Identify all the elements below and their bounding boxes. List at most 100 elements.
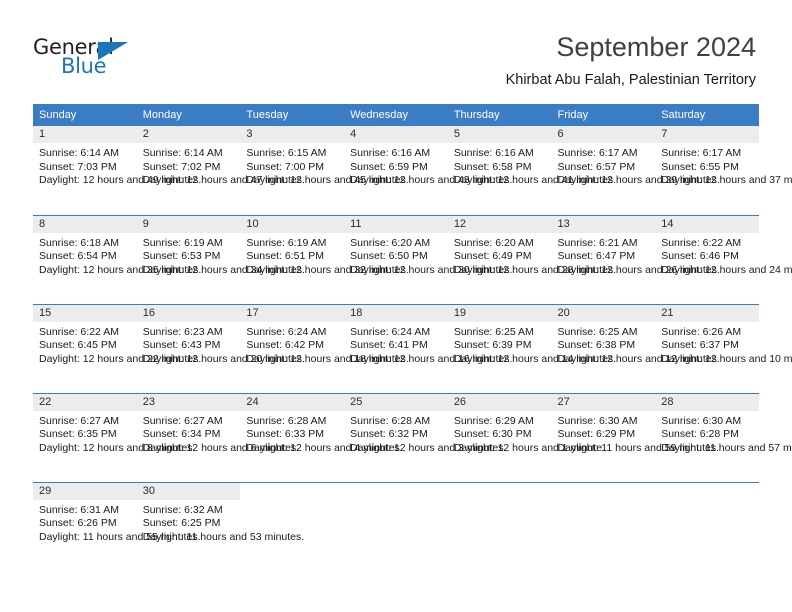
sunset-text: Sunset: 6:25 PM bbox=[142, 517, 221, 530]
day-cell[interactable]: 12 Sunrise: 6:20 AM Sunset: 6:49 PM Dayl… bbox=[447, 214, 616, 304]
sunrise-text: Sunrise: 6:17 AM bbox=[557, 147, 638, 159]
day-cell[interactable]: 22 Sunrise: 6:27 AM Sunset: 6:35 PM Dayl… bbox=[33, 392, 195, 482]
sunset-text: Sunset: 6:38 PM bbox=[557, 339, 636, 352]
day-cell[interactable]: 30 Sunrise: 6:32 AM Sunset: 6:25 PM Dayl… bbox=[136, 481, 305, 571]
day-cell[interactable]: 1 Sunrise: 6:14 AM Sunset: 7:03 PM Dayli… bbox=[33, 126, 201, 215]
day-cell[interactable]: 19 Sunrise: 6:25 AM Sunset: 6:39 PM Dayl… bbox=[447, 303, 617, 393]
day-number: 7 bbox=[655, 126, 759, 143]
day-cell[interactable]: 28 Sunrise: 6:30 AM Sunset: 6:28 PM Dayl… bbox=[655, 392, 792, 482]
sunset-text: Sunset: 6:30 PM bbox=[453, 428, 532, 441]
sunset-text: Sunset: 6:49 PM bbox=[453, 250, 532, 263]
day-cell[interactable]: 5 Sunrise: 6:16 AM Sunset: 6:58 PM Dayli… bbox=[447, 126, 617, 215]
day-number: 10 bbox=[240, 215, 345, 233]
daylight-text: Daylight: 12 hours and 45 minutes. bbox=[246, 174, 409, 187]
daylight-text: Daylight: 12 hours and 22 minutes. bbox=[39, 352, 202, 365]
page-title: September 2024 bbox=[556, 32, 756, 62]
day-cell[interactable]: 14 Sunrise: 6:22 AM Sunset: 6:46 PM Dayl… bbox=[655, 214, 792, 304]
page-header: General Blue September 2024 Khirbat Abu … bbox=[0, 0, 792, 100]
day-details: Sunrise: 6:18 AM Sunset: 6:54 PM Dayligh… bbox=[33, 233, 201, 278]
day-details: Sunrise: 6:26 AM Sunset: 6:37 PM Dayligh… bbox=[655, 322, 792, 367]
day-cell-empty bbox=[240, 481, 345, 571]
day-number: 20 bbox=[551, 304, 656, 322]
sunset-text: Sunset: 6:50 PM bbox=[350, 250, 428, 263]
day-cell[interactable]: 9 Sunrise: 6:19 AM Sunset: 6:53 PM Dayli… bbox=[136, 214, 305, 304]
sunrise-text: Sunrise: 6:20 AM bbox=[453, 236, 534, 249]
day-number: 8 bbox=[33, 215, 137, 233]
day-cell[interactable]: 2 Sunrise: 6:14 AM Sunset: 7:02 PM Dayli… bbox=[136, 126, 305, 215]
day-cell-empty bbox=[447, 481, 552, 571]
daylight-text: Daylight: 11 hours and 53 minutes. bbox=[142, 530, 305, 543]
day-number bbox=[552, 483, 656, 500]
day-cell[interactable]: 10 Sunrise: 6:19 AM Sunset: 6:51 PM Dayl… bbox=[240, 214, 409, 304]
day-number: 16 bbox=[136, 304, 241, 322]
day-number: 30 bbox=[136, 482, 241, 500]
day-number bbox=[344, 483, 448, 500]
day-cell[interactable]: 21 Sunrise: 6:26 AM Sunset: 6:37 PM Dayl… bbox=[655, 303, 792, 393]
day-cell[interactable]: 3 Sunrise: 6:15 AM Sunset: 7:00 PM Dayli… bbox=[240, 126, 409, 215]
daylight-text: Daylight: 12 hours and 24 minutes. bbox=[661, 263, 792, 276]
day-number: 5 bbox=[447, 126, 552, 143]
day-cell[interactable]: 20 Sunrise: 6:25 AM Sunset: 6:38 PM Dayl… bbox=[551, 303, 720, 393]
daylight-text: Daylight: 12 hours and 32 minutes. bbox=[246, 263, 409, 276]
day-cell[interactable]: 24 Sunrise: 6:28 AM Sunset: 6:33 PM Dayl… bbox=[240, 392, 403, 482]
day-number: 12 bbox=[447, 215, 552, 233]
day-cell[interactable]: 26 Sunrise: 6:29 AM Sunset: 6:30 PM Dayl… bbox=[447, 392, 605, 482]
sunset-text: Sunset: 6:59 PM bbox=[350, 160, 428, 173]
day-cell[interactable]: 4 Sunrise: 6:16 AM Sunset: 6:59 PM Dayli… bbox=[344, 126, 512, 215]
calendar-week-row: 15 Sunrise: 6:22 AM Sunset: 6:45 PM Dayl… bbox=[33, 303, 792, 393]
sunrise-text: Sunrise: 6:27 AM bbox=[39, 414, 119, 427]
sunrise-text: Sunrise: 6:21 AM bbox=[557, 236, 638, 249]
calendar-week-row: 8 Sunrise: 6:18 AM Sunset: 6:54 PM Dayli… bbox=[33, 214, 792, 304]
day-cell[interactable]: 17 Sunrise: 6:24 AM Sunset: 6:42 PM Dayl… bbox=[240, 303, 409, 393]
calendar-week-row: 22 Sunrise: 6:27 AM Sunset: 6:35 PM Dayl… bbox=[33, 392, 792, 482]
day-details: Sunrise: 6:22 AM Sunset: 6:46 PM Dayligh… bbox=[655, 233, 792, 278]
day-cell[interactable]: 29 Sunrise: 6:31 AM Sunset: 6:26 PM Dayl… bbox=[33, 481, 200, 571]
sunrise-text: Sunrise: 6:28 AM bbox=[246, 414, 327, 427]
day-number bbox=[240, 483, 344, 500]
sunrise-text: Sunrise: 6:32 AM bbox=[142, 503, 223, 516]
calendar-week-row: 1 Sunrise: 6:14 AM Sunset: 7:03 PM Dayli… bbox=[33, 126, 792, 215]
sunset-text: Sunset: 7:02 PM bbox=[142, 160, 221, 173]
sunrise-text: Sunrise: 6:18 AM bbox=[39, 236, 119, 249]
generalblue-logo[interactable]: General Blue bbox=[33, 36, 153, 82]
day-cell[interactable]: 11 Sunrise: 6:20 AM Sunset: 6:50 PM Dayl… bbox=[344, 214, 513, 304]
day-number: 21 bbox=[655, 304, 759, 322]
sunrise-text: Sunrise: 6:31 AM bbox=[39, 503, 119, 516]
sunrise-text: Sunrise: 6:28 AM bbox=[350, 414, 431, 427]
day-cell[interactable]: 15 Sunrise: 6:22 AM Sunset: 6:45 PM Dayl… bbox=[33, 303, 202, 393]
daylight-text: Daylight: 12 hours and 26 minutes. bbox=[557, 263, 720, 276]
day-details: Sunrise: 6:28 AM Sunset: 6:32 PM Dayligh… bbox=[344, 411, 507, 456]
sunrise-text: Sunrise: 6:24 AM bbox=[350, 325, 431, 338]
day-details: Sunrise: 6:27 AM Sunset: 6:34 PM Dayligh… bbox=[137, 411, 299, 456]
day-cell-empty bbox=[344, 481, 448, 571]
daylight-text: Daylight: 12 hours and 30 minutes. bbox=[350, 263, 513, 276]
day-cell[interactable]: 16 Sunrise: 6:23 AM Sunset: 6:43 PM Dayl… bbox=[136, 303, 305, 393]
day-details: Sunrise: 6:24 AM Sunset: 6:41 PM Dayligh… bbox=[344, 322, 512, 367]
sunrise-text: Sunrise: 6:16 AM bbox=[453, 147, 534, 159]
day-number bbox=[448, 483, 552, 500]
weekday-header-friday: Friday bbox=[551, 104, 656, 126]
day-cell[interactable]: 25 Sunrise: 6:28 AM Sunset: 6:32 PM Dayl… bbox=[344, 392, 507, 482]
sunset-text: Sunset: 6:35 PM bbox=[39, 428, 117, 441]
daylight-text: Daylight: 12 hours and 14 minutes. bbox=[453, 352, 617, 365]
day-cell[interactable]: 13 Sunrise: 6:21 AM Sunset: 6:47 PM Dayl… bbox=[551, 214, 720, 304]
day-cell[interactable]: 27 Sunrise: 6:30 AM Sunset: 6:29 PM Dayl… bbox=[551, 392, 719, 482]
sunrise-text: Sunrise: 6:30 AM bbox=[557, 414, 638, 427]
day-number: 22 bbox=[33, 393, 137, 411]
daylight-text: Daylight: 12 hours and 3 minutes. bbox=[350, 441, 507, 454]
day-details: Sunrise: 6:17 AM Sunset: 6:55 PM Dayligh… bbox=[655, 143, 792, 188]
day-cell[interactable]: 18 Sunrise: 6:24 AM Sunset: 6:41 PM Dayl… bbox=[344, 303, 512, 393]
day-cell[interactable]: 6 Sunrise: 6:17 AM Sunset: 6:57 PM Dayli… bbox=[551, 126, 720, 215]
day-details: Sunrise: 6:21 AM Sunset: 6:47 PM Dayligh… bbox=[552, 233, 720, 278]
day-number: 13 bbox=[551, 215, 656, 233]
daylight-text: Daylight: 12 hours and 41 minutes. bbox=[453, 174, 617, 187]
sunset-text: Sunset: 6:34 PM bbox=[142, 428, 221, 441]
sunset-text: Sunset: 6:47 PM bbox=[557, 250, 636, 263]
sunset-text: Sunset: 6:57 PM bbox=[557, 160, 636, 173]
sunrise-text: Sunrise: 6:16 AM bbox=[350, 147, 431, 159]
day-cell[interactable]: 8 Sunrise: 6:18 AM Sunset: 6:54 PM Dayli… bbox=[33, 214, 201, 304]
day-number: 17 bbox=[240, 304, 345, 322]
day-cell[interactable]: 23 Sunrise: 6:27 AM Sunset: 6:34 PM Dayl… bbox=[136, 392, 299, 482]
day-cell[interactable]: 7 Sunrise: 6:17 AM Sunset: 6:55 PM Dayli… bbox=[655, 126, 792, 215]
sunset-text: Sunset: 7:03 PM bbox=[39, 160, 117, 173]
